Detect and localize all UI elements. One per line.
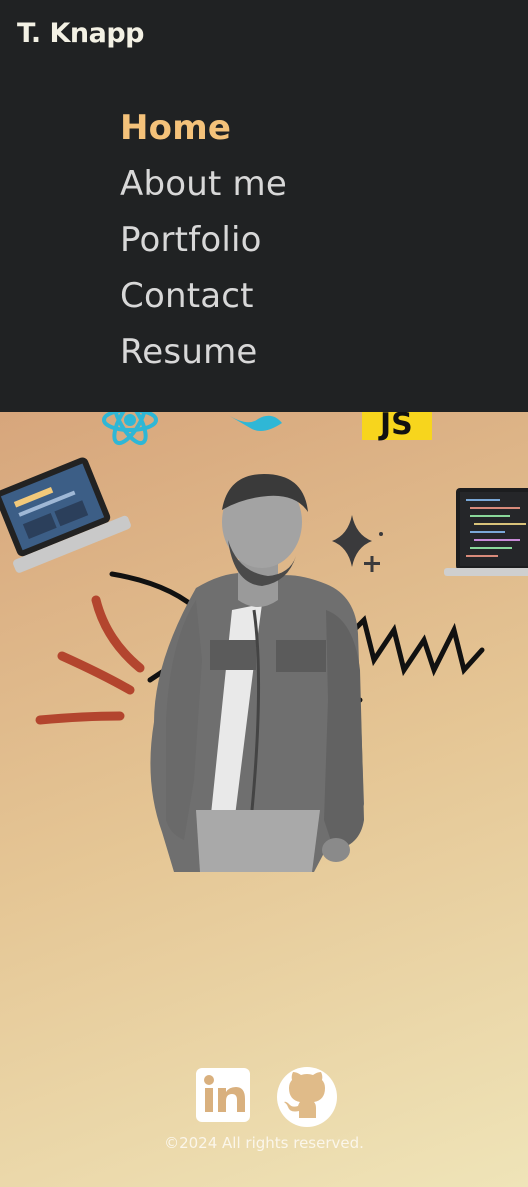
tailwind-icon	[228, 415, 282, 431]
laptop-left-image	[0, 457, 131, 573]
nav-link-about[interactable]: About me	[120, 164, 287, 204]
linkedin-icon	[196, 1068, 250, 1122]
sparkle-icon	[332, 515, 383, 572]
laptop-right-image	[444, 488, 528, 576]
nav-menu: Home About me Portfolio Contact Resume	[120, 106, 287, 386]
social-links	[0, 1066, 528, 1127]
nav-item-about: About me	[120, 162, 287, 218]
site-footer: ©2024 All rights reserved.	[0, 1066, 528, 1152]
nav-item-home: Home	[120, 106, 287, 162]
nav-item-contact: Contact	[120, 274, 287, 330]
nav-item-portfolio: Portfolio	[120, 218, 287, 274]
nav-link-portfolio[interactable]: Portfolio	[120, 220, 262, 260]
mobile-nav-overlay: T. Knapp Home About me Portfolio Contact…	[0, 0, 528, 412]
nav-link-home[interactable]: Home	[120, 108, 231, 148]
nav-item-resume: Resume	[120, 330, 287, 386]
js-badge-text: JS	[378, 407, 413, 442]
github-icon	[277, 1067, 337, 1127]
copyright-text: ©2024 All rights reserved.	[164, 1134, 364, 1152]
accent-strokes	[35, 595, 145, 725]
linkedin-link[interactable]	[194, 1066, 252, 1124]
nav-link-contact[interactable]: Contact	[120, 276, 254, 316]
github-link[interactable]	[276, 1066, 337, 1127]
nav-link-resume[interactable]: Resume	[120, 332, 258, 372]
portrait-photo	[150, 474, 364, 872]
site-logo-text[interactable]: T. Knapp	[17, 18, 145, 49]
